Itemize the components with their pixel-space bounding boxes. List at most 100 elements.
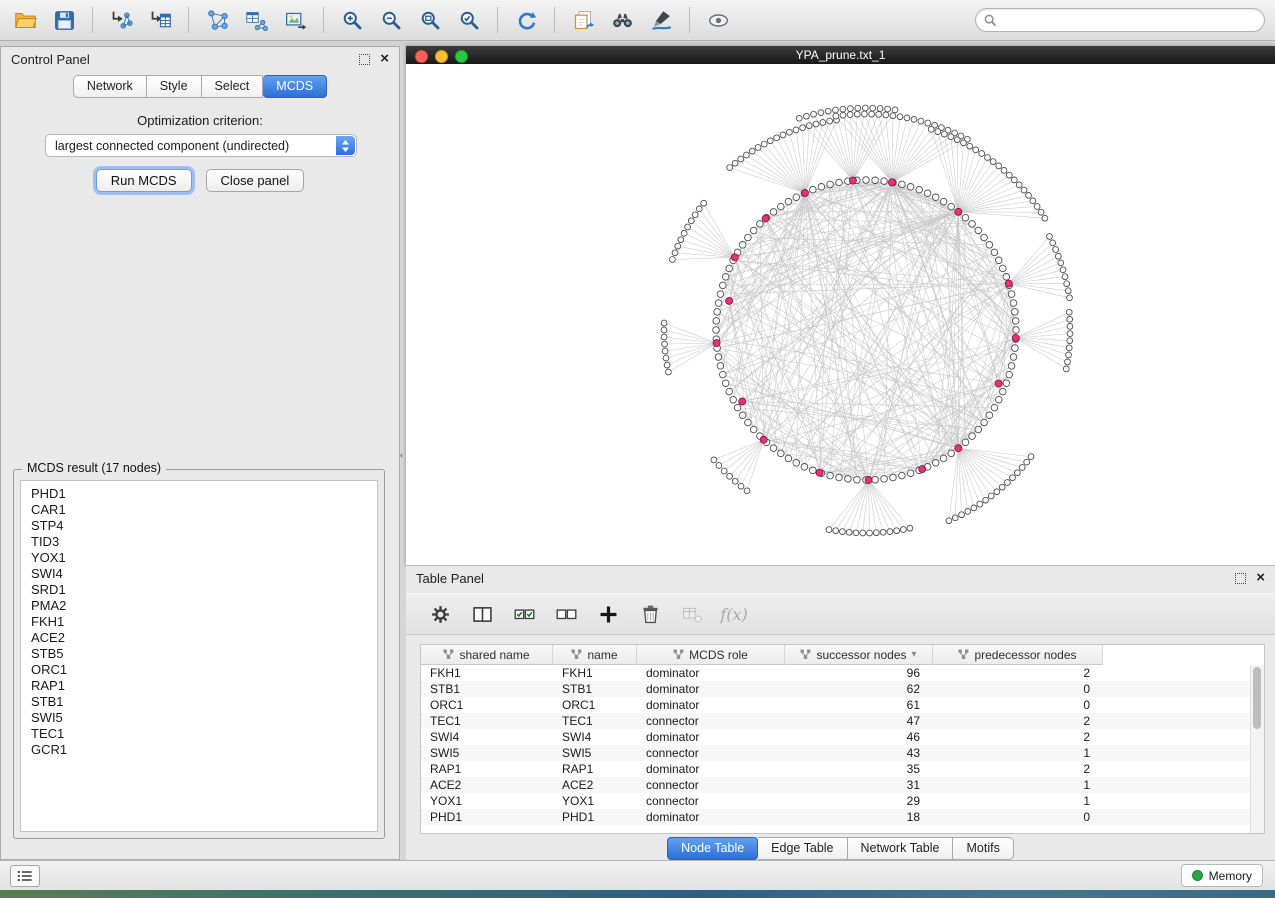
show-columns-icon[interactable]	[470, 602, 494, 626]
add-icon[interactable]	[596, 602, 620, 626]
delete-icon[interactable]	[638, 602, 662, 626]
mcds-result-item[interactable]: TID3	[31, 534, 377, 550]
table-cell: 61	[785, 698, 933, 712]
mcds-result-item[interactable]: STP4	[31, 518, 377, 534]
mcds-result-item[interactable]: YOX1	[31, 550, 377, 566]
table-cell: 2	[933, 762, 1103, 776]
table-row[interactable]: STB1STB1dominator620	[421, 681, 1264, 697]
zoom-out-icon[interactable]	[376, 5, 406, 35]
table-row[interactable]: PHD1PHD1dominator180	[421, 809, 1264, 825]
refresh-layout-icon[interactable]	[511, 5, 541, 35]
mcds-result-item[interactable]: PHD1	[31, 486, 377, 502]
mcds-result-item[interactable]: PMA2	[31, 598, 377, 614]
float-panel-icon[interactable]	[359, 54, 370, 65]
mcds-result-item[interactable]: ORC1	[31, 662, 377, 678]
tab-network[interactable]: Network	[73, 75, 147, 98]
zoom-in-icon[interactable]	[337, 5, 367, 35]
memory-button[interactable]: Memory	[1181, 864, 1263, 887]
table-cell: connector	[637, 746, 785, 760]
mcds-result-item[interactable]: TEC1	[31, 726, 377, 742]
mcds-result-list[interactable]: PHD1CAR1STP4TID3YOX1SWI4SRD1PMA2FKH1ACE2…	[20, 480, 378, 832]
export-image-icon[interactable]	[280, 5, 310, 35]
mcds-result-item[interactable]: SWI4	[31, 566, 377, 582]
zoom-fit-icon[interactable]	[415, 5, 445, 35]
mcds-result-item[interactable]: SWI5	[31, 710, 377, 726]
mcds-result-item[interactable]: STB1	[31, 694, 377, 710]
status-menu-button[interactable]	[10, 865, 40, 887]
float-table-panel-icon[interactable]	[1235, 573, 1246, 584]
table-row[interactable]: SWI4SWI4dominator462	[421, 729, 1264, 745]
tab-node-table[interactable]: Node Table	[667, 837, 758, 860]
function-icon[interactable]: f(x)	[722, 602, 746, 626]
table-cell: ORC1	[421, 698, 553, 712]
apply-style-icon[interactable]	[646, 5, 676, 35]
column-header-name[interactable]: name	[553, 645, 637, 665]
table-row[interactable]: SWI5SWI5connector431	[421, 745, 1264, 761]
import-network-file-icon[interactable]	[106, 5, 136, 35]
window-maximize-icon[interactable]	[455, 50, 468, 63]
table-cell: 0	[933, 810, 1103, 824]
table-cell: YOX1	[553, 794, 637, 808]
clone-network-icon[interactable]	[568, 5, 598, 35]
find-icon[interactable]	[607, 5, 637, 35]
save-icon[interactable]	[49, 5, 79, 35]
close-table-panel-icon[interactable]: ×	[1256, 572, 1265, 584]
table-scrollbar[interactable]	[1250, 665, 1264, 833]
tab-style[interactable]: Style	[147, 75, 202, 98]
table-cell: SWI5	[553, 746, 637, 760]
settings-icon[interactable]	[428, 602, 452, 626]
function-builder-label: f(x)	[720, 605, 747, 624]
table-row[interactable]: TEC1TEC1connector472	[421, 713, 1264, 729]
import-table-file-icon[interactable]	[145, 5, 175, 35]
search-input[interactable]	[1002, 12, 1256, 28]
table-cell: 47	[785, 714, 933, 728]
table-cell: 1	[933, 746, 1103, 760]
table-row[interactable]: RAP1RAP1dominator352	[421, 761, 1264, 777]
table-cell: PHD1	[421, 810, 553, 824]
new-network-icon[interactable]	[202, 5, 232, 35]
network-from-table-icon[interactable]	[241, 5, 271, 35]
column-header-predecessor-nodes[interactable]: predecessor nodes	[933, 645, 1103, 665]
column-header-successor-nodes[interactable]: successor nodes▾	[785, 645, 933, 665]
column-header-shared-name[interactable]: shared name	[421, 645, 553, 665]
table-cell: 1	[933, 794, 1103, 808]
tab-select[interactable]: Select	[202, 75, 264, 98]
tab-motifs[interactable]: Motifs	[953, 837, 1013, 860]
mcds-result-item[interactable]: RAP1	[31, 678, 377, 694]
tab-network-table[interactable]: Network Table	[848, 837, 954, 860]
dropdown-chevrons-icon	[336, 136, 355, 155]
folder-open-icon[interactable]	[10, 5, 40, 35]
show-hide-icon[interactable]	[703, 5, 733, 35]
import-disabled-icon[interactable]	[680, 602, 704, 626]
table-toolbar: f(x)	[406, 593, 1275, 635]
deselect-all-icon[interactable]	[554, 602, 578, 626]
run-mcds-button[interactable]: Run MCDS	[96, 169, 192, 192]
window-minimize-icon[interactable]	[435, 50, 448, 63]
table-row[interactable]: YOX1YOX1connector291	[421, 793, 1264, 809]
zoom-selected-icon[interactable]	[454, 5, 484, 35]
mcds-result-item[interactable]: STB5	[31, 646, 377, 662]
tab-edge-table[interactable]: Edge Table	[758, 837, 847, 860]
mcds-result-item[interactable]: ACE2	[31, 630, 377, 646]
network-canvas[interactable]	[406, 64, 1275, 565]
window-close-icon[interactable]	[415, 50, 428, 63]
mcds-result-item[interactable]: SRD1	[31, 582, 377, 598]
close-panel-button[interactable]: Close panel	[206, 169, 305, 192]
select-all-icon[interactable]	[512, 602, 536, 626]
table-row[interactable]: ORC1ORC1dominator610	[421, 697, 1264, 713]
optimization-dropdown[interactable]: largest connected component (undirected)	[45, 134, 357, 157]
network-window: YPA_prune.txt_1	[406, 46, 1275, 565]
table-row[interactable]: FKH1FKH1dominator962	[421, 665, 1264, 681]
mcds-result-item[interactable]: CAR1	[31, 502, 377, 518]
mcds-result-item[interactable]: GCR1	[31, 742, 377, 758]
network-graph[interactable]	[406, 64, 1275, 565]
close-panel-icon[interactable]: ×	[380, 53, 389, 65]
mcds-result-item[interactable]: FKH1	[31, 614, 377, 630]
desktop-wallpaper-strip	[0, 890, 1275, 898]
table-scrollbar-thumb[interactable]	[1253, 667, 1261, 729]
optimization-criterion-label: Optimization criterion:	[1, 113, 399, 128]
tab-mcds[interactable]: MCDS	[263, 75, 327, 98]
search-box[interactable]	[975, 8, 1265, 32]
column-header-MCDS-role[interactable]: MCDS role	[637, 645, 785, 665]
table-row[interactable]: ACE2ACE2connector311	[421, 777, 1264, 793]
